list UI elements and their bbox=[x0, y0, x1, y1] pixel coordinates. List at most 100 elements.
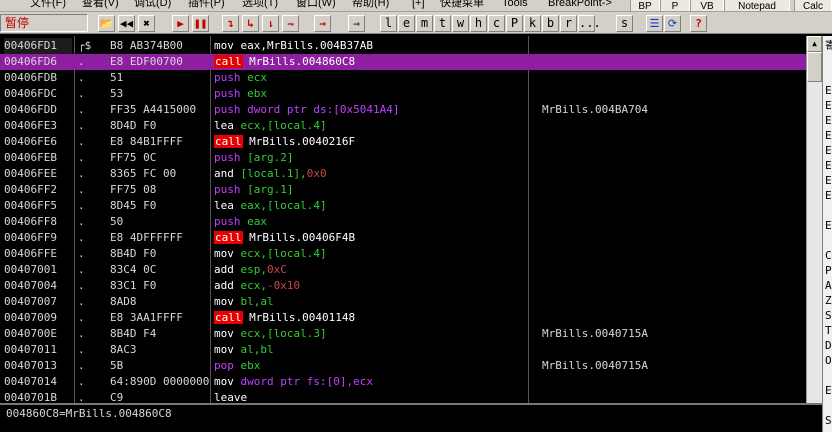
instruction-cell: push eax bbox=[214, 214, 530, 230]
instruction-cell: mov eax,MrBills.004B37AB bbox=[214, 38, 530, 54]
hex-dump-cell: 51 bbox=[110, 71, 124, 84]
flow-marker: . bbox=[78, 359, 85, 372]
goto-icon[interactable]: ⇒ bbox=[348, 15, 365, 32]
menu-bar: 文件(F) 查看(V) 调试(D) 插件(P) 选项(T) 窗口(W) 帮助(H) [+] 快捷… bbox=[0, 0, 832, 12]
menu-item[interactable]: [+] bbox=[412, 0, 425, 10]
register-label: E bbox=[825, 99, 832, 112]
mnemonic: call bbox=[214, 311, 243, 324]
disasm-row[interactable]: 0040700E. 8B4D F4 mov ecx,[local.3] MrBills… bbox=[0, 326, 806, 342]
hex-dump-cell: 8AD8 bbox=[110, 295, 137, 308]
disasm-row[interactable]: 00406FF8. 50 push eax bbox=[0, 214, 806, 230]
step-over-icon[interactable]: ↳ bbox=[242, 15, 259, 32]
letter-t-button[interactable]: t bbox=[434, 15, 451, 32]
list-icon[interactable]: ☰ bbox=[646, 15, 663, 32]
scroll-thumb[interactable] bbox=[807, 52, 822, 82]
menu-item[interactable]: 文件(F) bbox=[30, 0, 66, 10]
flow-marker: . bbox=[78, 311, 85, 324]
menu-item[interactable]: 插件(P) bbox=[188, 0, 225, 10]
menu-item[interactable]: 窗口(W) bbox=[296, 0, 336, 10]
letter-e-button[interactable]: e bbox=[398, 15, 415, 32]
disasm-row[interactable]: 00407014. 64:890D 00000000 mov dword ptr f… bbox=[0, 374, 806, 390]
window-tab[interactable]: VB bbox=[690, 0, 724, 11]
trace-over-icon[interactable]: ⇁ bbox=[282, 15, 299, 32]
disasm-row[interactable]: 00406FF9. E8 4DFFFFFF call MrBills.00406F4… bbox=[0, 230, 806, 246]
disasm-row[interactable]: 00406FDB. 51 push ecx bbox=[0, 70, 806, 86]
operand: MrBills.0040216F bbox=[249, 135, 356, 148]
disassembly-pane[interactable]: 00406FD1 ┌$ B8 AB374B00 mov eax,MrBills.004… bbox=[0, 36, 806, 403]
flow-marker: . bbox=[78, 391, 85, 403]
flow-marker: . bbox=[78, 135, 85, 148]
disasm-row[interactable]: 00406FE3. 8D4D F0 lea ecx,[local.4] bbox=[0, 118, 806, 134]
menu-item[interactable]: 调试(D) bbox=[134, 0, 171, 10]
hex-dump-cell: 83C1 F0 bbox=[110, 279, 157, 292]
refresh-icon[interactable]: ⟳ bbox=[664, 15, 681, 32]
open-icon[interactable]: 📂 bbox=[98, 15, 115, 32]
disasm-row[interactable]: 00406FF5. 8D45 F0 lea eax,[local.4] bbox=[0, 198, 806, 214]
disasm-row[interactable]: 00406FE6. E8 84B1FFFF call MrBills.0040216… bbox=[0, 134, 806, 150]
trace-into-icon[interactable]: ⇂ bbox=[262, 15, 279, 32]
mnemonic: push bbox=[214, 103, 241, 116]
menu-item[interactable]: Tools bbox=[502, 0, 528, 10]
disasm-row[interactable]: 00407009. E8 3AA1FFFF call MrBills.0040114… bbox=[0, 310, 806, 326]
close-icon[interactable]: ✖ bbox=[138, 15, 155, 32]
menu-item[interactable]: 帮助(H) bbox=[352, 0, 389, 10]
instruction-cell: pop ebx bbox=[214, 358, 530, 374]
register-label bbox=[825, 53, 832, 69]
letter-l-button[interactable]: l bbox=[380, 15, 397, 32]
flow-marker: . bbox=[78, 231, 85, 244]
register-label: Z bbox=[825, 294, 832, 307]
disasm-row[interactable]: 00407004. 83C1 F0 add ecx,-0x10 bbox=[0, 278, 806, 294]
disasm-row[interactable]: 00407013. 5B pop ebx MrBills.0040715A bbox=[0, 358, 806, 374]
restart-icon[interactable]: ◀◀ bbox=[118, 15, 135, 32]
letter-w-button[interactable]: w bbox=[452, 15, 469, 32]
disasm-row[interactable]: 0040701B. C9 leave bbox=[0, 390, 806, 403]
menu-item[interactable]: 快捷菜单 bbox=[440, 0, 484, 10]
letter-r-button[interactable]: r bbox=[560, 15, 577, 32]
help-icon[interactable]: ? bbox=[690, 15, 707, 32]
letter-s-button[interactable]: s bbox=[616, 15, 633, 32]
menu-item[interactable]: 选项(T) bbox=[242, 0, 278, 10]
execute-till-return-icon[interactable]: → bbox=[314, 15, 331, 32]
address-cell: 0040701B bbox=[4, 391, 57, 403]
window-tab[interactable]: Calc bbox=[794, 0, 832, 11]
letter-b-button[interactable]: b bbox=[542, 15, 559, 32]
disasm-row[interactable]: 00406FEB. FF75 0C push [arg.2] bbox=[0, 150, 806, 166]
flow-marker: . bbox=[78, 55, 85, 68]
step-into-icon[interactable]: ↴ bbox=[222, 15, 239, 32]
pause-icon[interactable]: ❚❚ bbox=[192, 15, 209, 32]
disasm-row[interactable]: 00406FFE. 8B4D F0 mov ecx,[local.4] bbox=[0, 246, 806, 262]
comment-cell bbox=[542, 54, 804, 70]
menu-item[interactable]: 查看(V) bbox=[82, 0, 119, 10]
register-label: D bbox=[825, 339, 832, 352]
window-tab[interactable]: Notepad bbox=[724, 0, 790, 11]
letter-k-button[interactable]: k bbox=[524, 15, 541, 32]
disasm-row[interactable]: 00406FEE. 8365 FC 00 and [local.1],0x0 bbox=[0, 166, 806, 182]
disasm-row[interactable]: 00406FDD. FF35 A4415000 push dword ptr ds:… bbox=[0, 102, 806, 118]
disasm-row[interactable]: 00406FDC. 53 push ebx bbox=[0, 86, 806, 102]
scroll-up-icon[interactable]: ▲ bbox=[807, 36, 822, 52]
menu-item[interactable]: BreakPoint-> bbox=[548, 0, 612, 10]
disasm-row[interactable]: 00407011. 8AC3 mov al,bl bbox=[0, 342, 806, 358]
registers-pane[interactable]: 寄EEEEEEEEECPAZSTDOES bbox=[822, 36, 832, 432]
disasm-row[interactable]: 00406FF2. FF75 08 push [arg.1] bbox=[0, 182, 806, 198]
operand: bl,al bbox=[240, 295, 274, 308]
window-tab[interactable]: P bbox=[660, 0, 690, 11]
letter-c-button[interactable]: c bbox=[488, 15, 505, 32]
instruction-cell: mov ecx,[local.4] bbox=[214, 246, 530, 262]
hex-dump-cell: E8 4DFFFFFF bbox=[110, 231, 183, 244]
disasm-row[interactable]: 00406FD6. E8 EDF00700 call MrBills.004860C… bbox=[0, 54, 806, 70]
letter-m-button[interactable]: m bbox=[416, 15, 433, 32]
disassembly-scrollbar[interactable]: ▲ bbox=[806, 36, 822, 403]
letter-dots-button[interactable]: ... bbox=[578, 15, 601, 32]
letter-h-button[interactable]: h bbox=[470, 15, 487, 32]
letter-p-button[interactable]: P bbox=[506, 15, 523, 32]
disasm-row[interactable]: 00407001. 83C4 0C add esp,0xC bbox=[0, 262, 806, 278]
disasm-row[interactable]: 00406FD1 ┌$ B8 AB374B00 mov eax,MrBills.004… bbox=[0, 38, 806, 54]
mnemonic: mov bbox=[214, 343, 234, 356]
mnemonic: and bbox=[214, 167, 234, 180]
disasm-row[interactable]: 00407007. 8AD8 mov bl,al bbox=[0, 294, 806, 310]
window-tab[interactable]: BP bbox=[630, 0, 660, 11]
flow-marker: . bbox=[78, 295, 85, 308]
comment-cell bbox=[542, 118, 804, 134]
run-icon[interactable]: ▶ bbox=[172, 15, 189, 32]
